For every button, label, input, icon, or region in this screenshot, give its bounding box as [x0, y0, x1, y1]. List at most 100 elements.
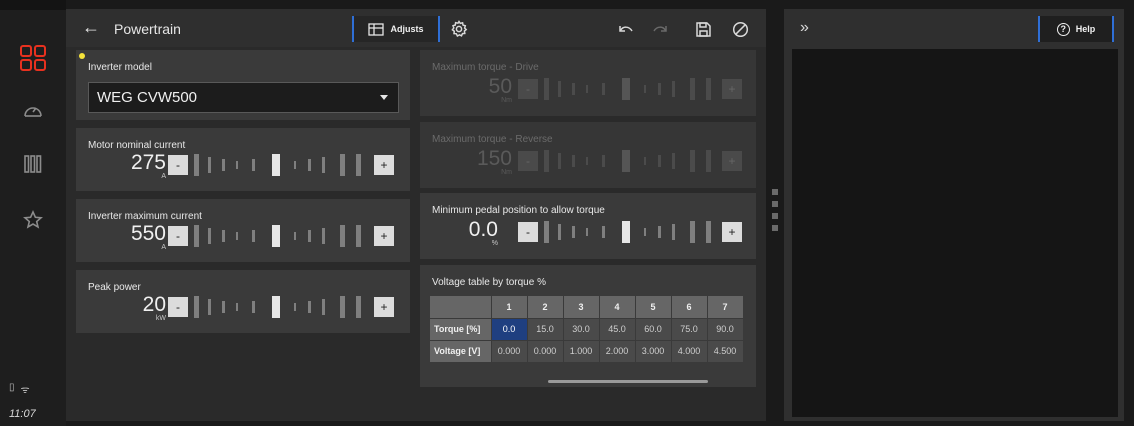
table-cell[interactable]: 75.0	[671, 318, 708, 341]
table-cell[interactable]: 2.000	[599, 340, 636, 363]
redo-icon[interactable]	[650, 19, 670, 39]
min-pedal-plus-button[interactable]: +	[722, 222, 742, 242]
column-header: 3	[563, 296, 600, 319]
save-disk-icon[interactable]	[693, 19, 713, 39]
slider-tick	[658, 155, 661, 167]
max-torque-reverse-card: Maximum torque - Reverse 150 Nm - +	[420, 122, 756, 188]
slider-tick	[544, 78, 549, 100]
table-cell[interactable]: 3.000	[635, 340, 672, 363]
slider-tick	[236, 303, 238, 311]
table-horizontal-scrollbar[interactable]	[548, 380, 708, 383]
column-header: 5	[635, 296, 672, 319]
max-torque-reverse-value: 150	[476, 147, 512, 170]
table-cell[interactable]: 45.0	[599, 318, 636, 341]
slider-tick	[572, 83, 575, 95]
inverter-max-current-slider[interactable]	[194, 225, 362, 247]
slider-tick	[558, 153, 561, 169]
voltage-table-title: Voltage table by torque %	[432, 277, 546, 288]
peak-power-slider[interactable]	[194, 296, 362, 318]
motor-current-slider[interactable]	[194, 154, 362, 176]
back-arrow-icon[interactable]: ←	[82, 18, 100, 36]
max-torque-drive-card: Maximum torque - Drive 50 Nm - +	[420, 50, 756, 116]
slider-tick	[194, 296, 199, 318]
table-cell[interactable]: 0.000	[491, 340, 528, 363]
inverter-model-select[interactable]: WEG CVW500	[88, 82, 399, 113]
max-torque-drive-label: Maximum torque - Drive	[432, 62, 539, 73]
slider-tick	[208, 228, 211, 244]
slider-tick	[252, 301, 255, 313]
table-cell[interactable]: 30.0	[563, 318, 600, 341]
slider-tick	[706, 150, 711, 172]
panel-resize-grip[interactable]	[772, 213, 778, 219]
inverter-model-label: Inverter model	[88, 62, 152, 73]
rail-top-strip	[0, 0, 66, 10]
inverter-max-current-unit: A	[161, 244, 166, 251]
slider-tick	[658, 83, 661, 95]
column-header: 2	[527, 296, 564, 319]
table-cell[interactable]: 0.000	[527, 340, 564, 363]
table-cell[interactable]: 90.0	[707, 318, 744, 341]
table-cell[interactable]: 4.000	[671, 340, 708, 363]
peak-power-minus-button[interactable]: -	[168, 297, 188, 317]
apps-grid-icon[interactable]	[13, 38, 53, 78]
slider-tick	[294, 303, 296, 311]
favorites-star-icon[interactable]	[13, 200, 53, 240]
help-button[interactable]: ? Help	[1038, 16, 1114, 42]
table-corner	[430, 296, 492, 319]
slider-tick	[690, 78, 695, 100]
inverter-model-card: Inverter model WEG CVW500	[76, 50, 410, 120]
dashboard-gauge-icon[interactable]	[13, 92, 53, 132]
slider-tick	[308, 301, 311, 313]
slider-tick	[622, 78, 630, 100]
min-pedal-minus-button[interactable]: -	[518, 222, 538, 242]
voltage-table[interactable]: 1 2 3 4 5 6 7 Torque [%] 0.0 15.0 30.0 4…	[430, 296, 750, 386]
slider-tick	[194, 154, 199, 176]
table-cell[interactable]: 4.500	[707, 340, 744, 363]
slider-tick	[706, 221, 711, 243]
inverter-max-current-minus-button[interactable]: -	[168, 226, 188, 246]
column-header: 1	[491, 296, 528, 319]
max-torque-drive-plus-button: +	[722, 79, 742, 99]
max-torque-drive-value: 50	[488, 75, 512, 98]
slider-tick	[194, 225, 199, 247]
panel-resize-grip[interactable]	[772, 189, 778, 195]
panel-resize-grip[interactable]	[772, 225, 778, 231]
slider-tick	[572, 226, 575, 238]
slider-tick	[294, 161, 296, 169]
bars-columns-icon[interactable]	[13, 144, 53, 184]
panel-resize-grip[interactable]	[772, 201, 778, 207]
table-cell-selected[interactable]: 0.0	[491, 318, 528, 341]
peak-power-value: 20	[142, 293, 166, 316]
column-header: 6	[671, 296, 708, 319]
slider-tick	[222, 159, 225, 171]
motor-current-card: Motor nominal current 275 A - +	[76, 128, 410, 191]
motor-current-plus-button[interactable]: +	[374, 155, 394, 175]
motor-current-minus-button[interactable]: -	[168, 155, 188, 175]
undo-icon[interactable]	[616, 19, 636, 39]
chevron-down-icon	[380, 95, 388, 100]
battery-icon: ▯	[9, 382, 15, 393]
row-header-voltage: Voltage [V]	[430, 340, 492, 363]
table-cell[interactable]: 1.000	[563, 340, 600, 363]
slider-tick	[558, 81, 561, 97]
slider-tick	[222, 230, 225, 242]
slider-tick	[222, 301, 225, 313]
inverter-max-current-plus-button[interactable]: +	[374, 226, 394, 246]
slider-tick	[252, 159, 255, 171]
peak-power-unit: kW	[155, 315, 166, 322]
table-cell[interactable]: 15.0	[527, 318, 564, 341]
table-cell[interactable]: 60.0	[635, 318, 672, 341]
slider-tick	[208, 299, 211, 315]
row-header-torque: Torque [%]	[430, 318, 492, 341]
settings-gear-icon[interactable]	[449, 19, 469, 39]
slider-tick	[602, 83, 605, 95]
min-pedal-card: Minimum pedal position to allow torque 0…	[420, 193, 756, 259]
slider-tick	[644, 85, 646, 93]
tab-adjusts[interactable]: Adjusts	[352, 16, 440, 42]
cancel-circle-icon[interactable]	[730, 19, 750, 39]
expand-chevrons-icon[interactable]: »	[800, 19, 809, 37]
min-pedal-slider[interactable]	[544, 221, 712, 243]
peak-power-plus-button[interactable]: +	[374, 297, 394, 317]
max-torque-drive-slider	[544, 78, 712, 100]
content-area: Inverter model WEG CVW500 Motor nominal …	[66, 47, 778, 421]
